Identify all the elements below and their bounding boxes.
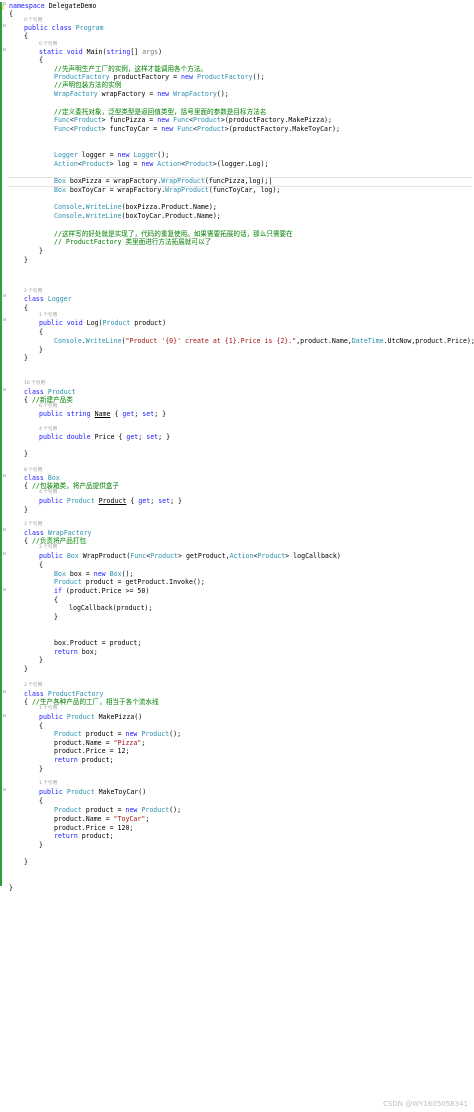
- reference-count[interactable]: 1 个引用: [39, 781, 57, 787]
- code-line[interactable]: box.Product = product;: [54, 639, 141, 647]
- code-line[interactable]: Product product = new Product();: [54, 730, 181, 738]
- code-line[interactable]: {: [39, 56, 43, 64]
- code-line[interactable]: class WrapFactory: [24, 529, 92, 537]
- code-line[interactable]: product.Price = 12;: [54, 747, 129, 755]
- fold-marker-icon[interactable]: ⊟: [3, 714, 8, 719]
- watermark: CSDN @WY1605058341: [383, 1100, 468, 1108]
- code-line[interactable]: Console.WriteLine("Product '{0}' create …: [54, 337, 474, 345]
- code-line[interactable]: {: [24, 32, 28, 40]
- reference-count[interactable]: 2 个引用: [39, 545, 57, 551]
- code-line[interactable]: product.Name = "Pizza";: [54, 739, 145, 747]
- code-line[interactable]: { //生产各种产品的工厂，相当于各个流水线: [24, 698, 159, 706]
- code-line[interactable]: Box boxToyCar = wrapFactory.WrapProduct(…: [54, 186, 280, 194]
- code-comment[interactable]: // ProductFactory 类里面进行方法拓展就可以了: [54, 238, 211, 246]
- fold-marker-icon[interactable]: ⊟: [3, 588, 8, 593]
- code-line[interactable]: }: [24, 354, 28, 362]
- code-line[interactable]: }: [24, 506, 28, 514]
- reference-count[interactable]: 2 个引用: [24, 522, 42, 528]
- code-line[interactable]: class Box: [24, 474, 60, 482]
- code-line[interactable]: {: [9, 10, 13, 18]
- code-line[interactable]: { //负责将产品打包: [24, 537, 86, 545]
- fold-marker-icon[interactable]: ⊟: [3, 24, 8, 29]
- code-line[interactable]: Func<Product> funcToyCar = new Func<Prod…: [54, 125, 340, 133]
- code-line[interactable]: Product product = new Product();: [54, 806, 181, 814]
- code-line[interactable]: }: [24, 858, 28, 866]
- code-line[interactable]: Console.WriteLine(boxPizza.Product.Name)…: [54, 203, 217, 211]
- code-line[interactable]: {: [24, 304, 28, 312]
- reference-count[interactable]: 2 个引用: [24, 683, 42, 689]
- code-line[interactable]: static void Main(string[] args): [39, 48, 162, 56]
- code-line[interactable]: public string Name { get; set; }: [39, 410, 166, 418]
- code-line[interactable]: Action<Product> log = new Action<Product…: [54, 160, 268, 168]
- code-editor[interactable]: ⊟ ⊟ ⊟ ⊟ ⊟ ⊟ ⊟ ⊟ ⊟ ⊟ ⊟ ⊟ ⊟ namespace Dele…: [0, 0, 474, 1112]
- code-line[interactable]: return box;: [54, 648, 98, 656]
- fold-marker-icon[interactable]: ⊟: [3, 48, 8, 53]
- fold-marker-icon[interactable]: ⊟: [3, 474, 8, 479]
- fold-marker-icon[interactable]: ⊟: [3, 528, 8, 533]
- code-comment[interactable]: //声明包装方法的实例: [54, 81, 121, 89]
- code-comment[interactable]: //先声明生产工厂的实例，这样才能调用各个方法。: [54, 65, 207, 73]
- code-line[interactable]: {: [54, 596, 58, 604]
- code-line[interactable]: }: [24, 665, 28, 673]
- fold-marker-icon[interactable]: ⊟: [3, 294, 8, 299]
- reference-count[interactable]: 16 个引用: [24, 381, 45, 387]
- code-line[interactable]: }: [39, 346, 43, 354]
- code-comment[interactable]: //定义委托对象，泛型类型是返回值类型，括号里面的参数是目标方法名: [54, 108, 266, 116]
- code-line[interactable]: if (product.Price >= 50): [54, 587, 149, 595]
- code-line[interactable]: }: [54, 613, 58, 621]
- code-line[interactable]: return product;: [54, 832, 114, 840]
- fold-marker-icon[interactable]: ⊟: [3, 388, 8, 393]
- code-line[interactable]: {: [39, 328, 43, 336]
- code-line[interactable]: namespace DelegateDemo: [9, 2, 96, 10]
- code-line[interactable]: ProductFactory productFactory = new Prod…: [54, 73, 264, 81]
- code-line[interactable]: Box box = new Box();: [54, 570, 133, 578]
- code-line[interactable]: {: [39, 561, 43, 569]
- code-line[interactable]: }: [24, 256, 28, 264]
- reference-count[interactable]: 4 个引用: [39, 490, 57, 496]
- code-line[interactable]: Console.WriteLine(boxToyCar.Product.Name…: [54, 212, 221, 220]
- code-line[interactable]: { //新建产品类: [24, 396, 73, 404]
- code-line[interactable]: public Product Product { get; set; }: [39, 497, 182, 505]
- reference-count[interactable]: 1 个引用: [39, 706, 57, 712]
- change-indicator-bar: [0, 2, 2, 886]
- code-line[interactable]: Product product = getProduct.Invoke();: [54, 578, 205, 586]
- code-line[interactable]: Func<Product> funcPizza = new Func<Produ…: [54, 116, 332, 124]
- code-comment[interactable]: //这样写的好处就是实现了，代码的重复使用。如果需要拓展的话，那么只需要在: [54, 230, 293, 238]
- code-line[interactable]: {: [39, 722, 43, 730]
- fold-marker-icon[interactable]: ⊟: [3, 552, 8, 557]
- code-line[interactable]: {: [39, 797, 43, 805]
- code-line[interactable]: { //包装箱类，将产品提供盒子: [24, 482, 119, 490]
- code-line[interactable]: }: [9, 884, 13, 892]
- code-line[interactable]: public Product MakeToyCar(): [39, 788, 146, 796]
- code-line[interactable]: product.Name = "ToyCar";: [54, 815, 149, 823]
- code-line[interactable]: return product;: [54, 756, 114, 764]
- fold-marker-icon[interactable]: ⊟: [3, 2, 8, 7]
- code-line[interactable]: }: [24, 450, 28, 458]
- code-line[interactable]: }: [39, 247, 43, 255]
- code-line[interactable]: }: [39, 656, 43, 664]
- code-line[interactable]: public class Program: [24, 24, 103, 32]
- code-line[interactable]: Logger logger = new Logger();: [54, 151, 169, 159]
- code-line[interactable]: }: [39, 841, 43, 849]
- code-line[interactable]: class ProductFactory: [24, 690, 103, 698]
- code-line[interactable]: class Product: [24, 388, 76, 396]
- code-line[interactable]: public Box WrapProduct(Func<Product> get…: [39, 552, 341, 560]
- code-line[interactable]: public double Price { get; set; }: [39, 433, 170, 441]
- code-line[interactable]: logCallback(product);: [69, 604, 152, 612]
- fold-marker-icon[interactable]: ⊟: [3, 690, 8, 695]
- fold-marker-icon[interactable]: ⊟: [3, 788, 8, 793]
- fold-marker-icon[interactable]: ⊟: [3, 318, 8, 323]
- code-line[interactable]: WrapFactory wrapFactory = new WrapFactor…: [54, 90, 229, 98]
- code-line[interactable]: product.Price = 120;: [54, 824, 133, 832]
- code-line[interactable]: Box boxPizza = wrapFactory.WrapProduct(f…: [54, 177, 272, 185]
- code-line[interactable]: }: [39, 765, 43, 773]
- code-line[interactable]: class Logger: [24, 295, 72, 303]
- code-line[interactable]: public void Log(Product product): [39, 319, 166, 327]
- code-line[interactable]: public Product MakePizza(): [39, 713, 142, 721]
